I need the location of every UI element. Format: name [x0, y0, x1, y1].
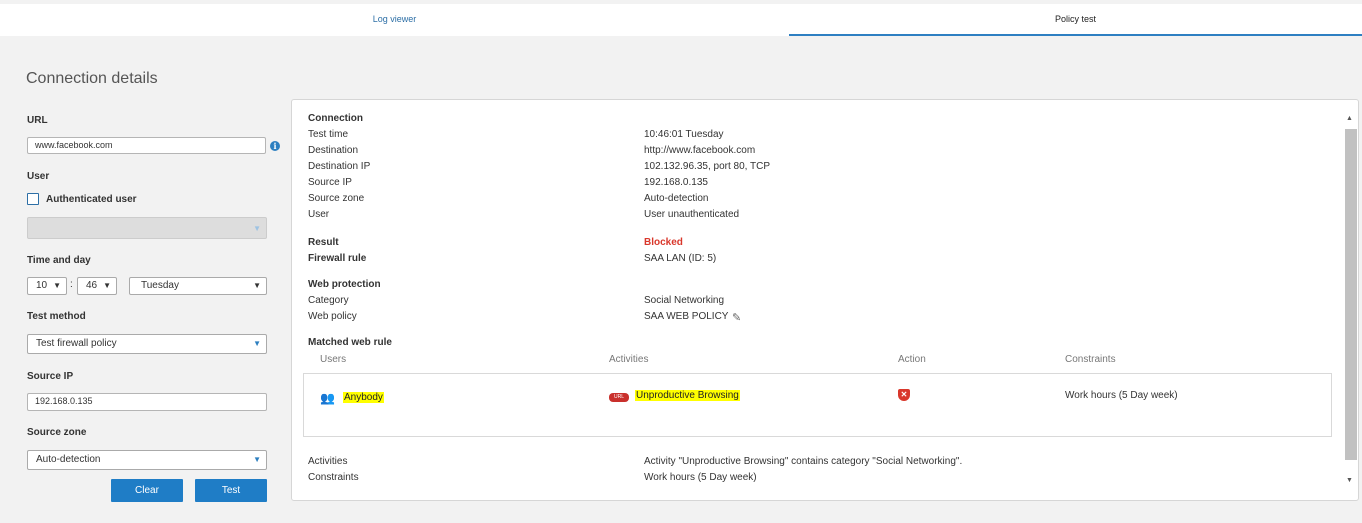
edit-pencil-icon[interactable]: ✎: [732, 311, 741, 324]
chevron-down-icon: ▼: [103, 281, 111, 290]
chevron-down-icon: ▼: [53, 281, 61, 290]
test-method-value: Test firewall policy: [36, 338, 117, 349]
activities-label: Activities: [308, 456, 348, 467]
chevron-down-icon: ▼: [253, 339, 261, 348]
rule-users: Anybody: [343, 392, 384, 403]
authenticated-user-checkbox[interactable]: [27, 193, 39, 205]
info-icon[interactable]: i: [270, 141, 280, 151]
block-shield-icon: ✕: [898, 389, 910, 401]
tab-log-viewer[interactable]: Log viewer: [0, 4, 789, 34]
web-policy-value: SAA WEB POLICY: [644, 311, 729, 322]
scroll-down-icon[interactable]: ▼: [1346, 477, 1353, 484]
result-label: Result: [308, 237, 339, 248]
source-zone-result-label: Source zone: [308, 193, 365, 204]
test-method-select[interactable]: Test firewall policy ▼: [27, 334, 267, 354]
matched-web-rule-heading: Matched web rule: [308, 337, 392, 348]
authenticated-user-label: Authenticated user: [46, 194, 137, 205]
test-button[interactable]: Test: [195, 479, 267, 502]
url-input[interactable]: www.facebook.com: [27, 137, 266, 154]
destination-label: Destination: [308, 145, 359, 156]
source-zone-label: Source zone: [27, 427, 87, 438]
tab-policy-test[interactable]: Policy test: [789, 4, 1362, 36]
rule-activity: Unproductive Browsing: [635, 390, 740, 401]
time-label: Time and day: [27, 255, 91, 266]
source-zone-result-value: Auto-detection: [644, 193, 709, 204]
category-label: Category: [308, 295, 349, 306]
source-ip-input[interactable]: 192.168.0.135: [27, 393, 267, 411]
minute-value: 46: [86, 280, 98, 291]
clear-button[interactable]: Clear: [111, 479, 183, 502]
constraints-label: Constraints: [308, 472, 359, 483]
user-select: ▼: [27, 217, 267, 239]
tab-bar: Log viewer Policy test: [0, 4, 1362, 36]
hour-select[interactable]: 10 ▼: [27, 277, 67, 295]
constraints-value: Work hours (5 Day week): [644, 472, 757, 483]
page-title: Connection details: [26, 70, 158, 87]
firewall-rule-label: Firewall rule: [308, 253, 367, 264]
activities-value: Activity "Unproductive Browsing" contain…: [644, 456, 963, 467]
result-panel: [291, 99, 1359, 501]
url-label: URL: [27, 115, 48, 126]
destination-ip-label: Destination IP: [308, 161, 371, 172]
source-ip-result-value: 192.168.0.135: [644, 177, 708, 188]
day-value: Tuesday: [141, 280, 179, 291]
day-select[interactable]: Tuesday ▼: [129, 277, 267, 295]
rule-constraints: Work hours (5 Day week): [1065, 390, 1178, 401]
source-zone-select[interactable]: Auto-detection ▼: [27, 450, 267, 470]
source-zone-value: Auto-detection: [36, 454, 101, 465]
column-action: Action: [898, 354, 926, 365]
user-result-label: User: [308, 209, 330, 220]
user-result-value: User unauthenticated: [644, 209, 740, 220]
time-separator: :: [70, 279, 73, 290]
url-group-icon: URL: [609, 393, 629, 402]
test-time-label: Test time: [308, 129, 349, 140]
scrollbar-thumb[interactable]: [1345, 129, 1357, 460]
scroll-up-icon[interactable]: ▲: [1346, 115, 1353, 122]
test-time-value: 10:46:01 Tuesday: [644, 129, 724, 140]
users-group-icon: 👥: [320, 391, 335, 405]
test-method-label: Test method: [27, 311, 86, 322]
firewall-rule-value: SAA LAN (ID: 5): [644, 253, 717, 264]
table-row: [303, 373, 1332, 437]
source-ip-result-label: Source IP: [308, 177, 352, 188]
connection-heading: Connection: [308, 113, 363, 124]
chevron-down-icon: ▼: [253, 281, 261, 290]
chevron-down-icon: ▼: [253, 224, 261, 233]
result-status: Blocked: [644, 237, 683, 248]
web-policy-label: Web policy: [308, 311, 357, 322]
column-constraints: Constraints: [1065, 354, 1116, 365]
minute-select[interactable]: 46 ▼: [77, 277, 117, 295]
hour-value: 10: [36, 280, 48, 291]
column-users: Users: [320, 354, 347, 365]
user-label: User: [27, 171, 50, 182]
destination-value: http://www.facebook.com: [644, 145, 756, 156]
category-value: Social Networking: [644, 295, 725, 306]
destination-ip-value: 102.132.96.35, port 80, TCP: [644, 161, 771, 172]
chevron-down-icon: ▼: [253, 455, 261, 464]
web-protection-heading: Web protection: [308, 279, 381, 290]
source-ip-label: Source IP: [27, 371, 74, 382]
column-activities: Activities: [609, 354, 649, 365]
